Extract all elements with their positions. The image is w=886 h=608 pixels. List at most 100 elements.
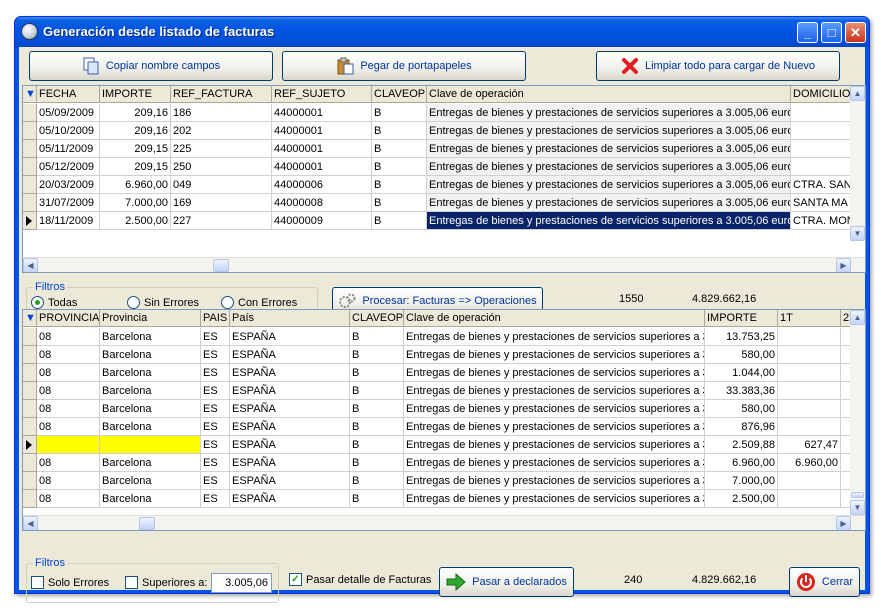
table-cell[interactable]: Entregas de bienes y prestaciones de ser…: [404, 382, 705, 400]
table-cell[interactable]: Barcelona: [100, 346, 201, 364]
table-cell[interactable]: ES: [201, 400, 230, 418]
table-cell[interactable]: B: [350, 364, 404, 382]
scroll-left-button[interactable]: ◀: [23, 516, 38, 530]
table-cell[interactable]: [778, 490, 841, 508]
table-cell[interactable]: B: [350, 328, 404, 346]
table-cell[interactable]: Entregas de bienes y prestaciones de ser…: [427, 104, 791, 122]
table-cell[interactable]: 876,96: [705, 418, 778, 436]
table-cell[interactable]: ESPAÑA: [230, 436, 350, 454]
table-cell[interactable]: Entregas de bienes y prestaciones de ser…: [404, 472, 705, 490]
table-cell[interactable]: 08: [37, 472, 100, 490]
row-indicator[interactable]: [23, 418, 37, 436]
table-cell[interactable]: 186: [171, 104, 272, 122]
column-header[interactable]: IMPORTE: [100, 86, 171, 103]
table-cell[interactable]: 31/07/2009: [37, 194, 100, 212]
table-cell[interactable]: B: [350, 454, 404, 472]
scroll-right-button[interactable]: ▶: [836, 516, 851, 530]
table-cell[interactable]: B: [350, 436, 404, 454]
table-cell[interactable]: B: [350, 346, 404, 364]
table-cell[interactable]: 580,00: [705, 400, 778, 418]
table-cell[interactable]: 7.000,00: [100, 194, 171, 212]
table-cell[interactable]: ESPAÑA: [230, 346, 350, 364]
invoices-horizontal-scrollbar[interactable]: ◀ ▶: [23, 257, 865, 272]
column-header[interactable]: PROVINCIA: [37, 310, 100, 327]
row-indicator[interactable]: [23, 382, 37, 400]
column-selector-icon[interactable]: ▼: [23, 86, 37, 103]
column-header[interactable]: 1T: [778, 310, 841, 327]
scroll-up-button[interactable]: ▲: [850, 86, 865, 101]
table-cell[interactable]: ES: [201, 346, 230, 364]
operations-vertical-scrollbar[interactable]: ▲ ▼: [850, 310, 865, 515]
table-cell[interactable]: ESPAÑA: [230, 328, 350, 346]
title-bar[interactable]: Generación desde listado de facturas _ □…: [15, 17, 869, 47]
table-cell[interactable]: B: [372, 212, 427, 230]
table-cell[interactable]: ES: [201, 364, 230, 382]
table-cell[interactable]: B: [372, 176, 427, 194]
table-cell[interactable]: B: [350, 382, 404, 400]
scroll-up-button[interactable]: ▲: [850, 310, 865, 325]
table-cell[interactable]: 227: [171, 212, 272, 230]
table-cell[interactable]: 44000001: [272, 122, 372, 140]
scroll-left-button[interactable]: ◀: [23, 258, 38, 272]
superiores-input[interactable]: 3.005,06: [211, 573, 272, 593]
table-cell[interactable]: 44000009: [272, 212, 372, 230]
table-cell[interactable]: Barcelona: [100, 364, 201, 382]
table-cell[interactable]: Entregas de bienes y prestaciones de ser…: [404, 364, 705, 382]
table-cell[interactable]: Barcelona: [100, 328, 201, 346]
table-cell[interactable]: [778, 346, 841, 364]
table-cell[interactable]: Barcelona: [100, 382, 201, 400]
table-cell[interactable]: 08: [37, 382, 100, 400]
table-cell[interactable]: B: [372, 140, 427, 158]
row-indicator[interactable]: [23, 176, 37, 194]
row-indicator[interactable]: [23, 400, 37, 418]
table-cell[interactable]: 08: [37, 328, 100, 346]
table-cell[interactable]: 6.960,00: [705, 454, 778, 472]
table-cell[interactable]: 44000008: [272, 194, 372, 212]
table-cell[interactable]: Barcelona: [100, 418, 201, 436]
table-cell[interactable]: Entregas de bienes y prestaciones de ser…: [404, 400, 705, 418]
solo-errores-checkbox[interactable]: Solo Errores: [31, 576, 109, 589]
table-cell[interactable]: Entregas de bienes y prestaciones de ser…: [427, 158, 791, 176]
table-cell[interactable]: 049: [171, 176, 272, 194]
table-cell[interactable]: ESPAÑA: [230, 382, 350, 400]
table-cell[interactable]: [778, 400, 841, 418]
table-cell[interactable]: Barcelona: [100, 472, 201, 490]
table-cell[interactable]: 6.960,00: [778, 454, 841, 472]
table-cell[interactable]: 08: [37, 364, 100, 382]
table-cell[interactable]: Entregas de bienes y prestaciones de ser…: [404, 454, 705, 472]
row-indicator[interactable]: [23, 364, 37, 382]
column-header[interactable]: IMPORTE: [705, 310, 778, 327]
scroll-thumb[interactable]: [213, 259, 229, 272]
table-cell[interactable]: [778, 472, 841, 490]
table-cell[interactable]: 18/11/2009: [37, 212, 100, 230]
table-cell[interactable]: Entregas de bienes y prestaciones de ser…: [427, 122, 791, 140]
column-header[interactable]: CLAVEOP: [350, 310, 404, 327]
invoices-vertical-scrollbar[interactable]: ▲ ▼: [850, 86, 865, 241]
table-cell[interactable]: 2.500,00: [100, 212, 171, 230]
row-indicator[interactable]: [23, 104, 37, 122]
table-cell[interactable]: 44000001: [272, 140, 372, 158]
table-cell[interactable]: B: [372, 158, 427, 176]
table-cell[interactable]: 202: [171, 122, 272, 140]
column-header[interactable]: CLAVEOP: [372, 86, 427, 103]
minimize-button[interactable]: _: [797, 22, 818, 43]
table-cell[interactable]: 7.000,00: [705, 472, 778, 490]
table-cell[interactable]: Entregas de bienes y prestaciones de ser…: [404, 328, 705, 346]
row-indicator[interactable]: [23, 436, 37, 454]
column-header[interactable]: REF_SUJETO: [272, 86, 372, 103]
scroll-right-button[interactable]: ▶: [836, 258, 851, 272]
table-cell[interactable]: Entregas de bienes y prestaciones de ser…: [404, 436, 705, 454]
table-cell[interactable]: 05/11/2009: [37, 140, 100, 158]
clear-all-button[interactable]: Limpiar todo para cargar de Nuevo: [596, 51, 840, 81]
table-cell[interactable]: ES: [201, 436, 230, 454]
table-cell[interactable]: [778, 364, 841, 382]
table-cell[interactable]: 169: [171, 194, 272, 212]
table-cell[interactable]: Entregas de bienes y prestaciones de ser…: [404, 490, 705, 508]
table-cell[interactable]: Entregas de bienes y prestaciones de ser…: [427, 194, 791, 212]
close-window-button[interactable]: ✕: [845, 22, 866, 43]
table-cell[interactable]: ES: [201, 472, 230, 490]
table-cell[interactable]: B: [350, 418, 404, 436]
column-header[interactable]: FECHA: [37, 86, 100, 103]
table-cell[interactable]: 6.960,00: [100, 176, 171, 194]
table-cell[interactable]: ESPAÑA: [230, 400, 350, 418]
